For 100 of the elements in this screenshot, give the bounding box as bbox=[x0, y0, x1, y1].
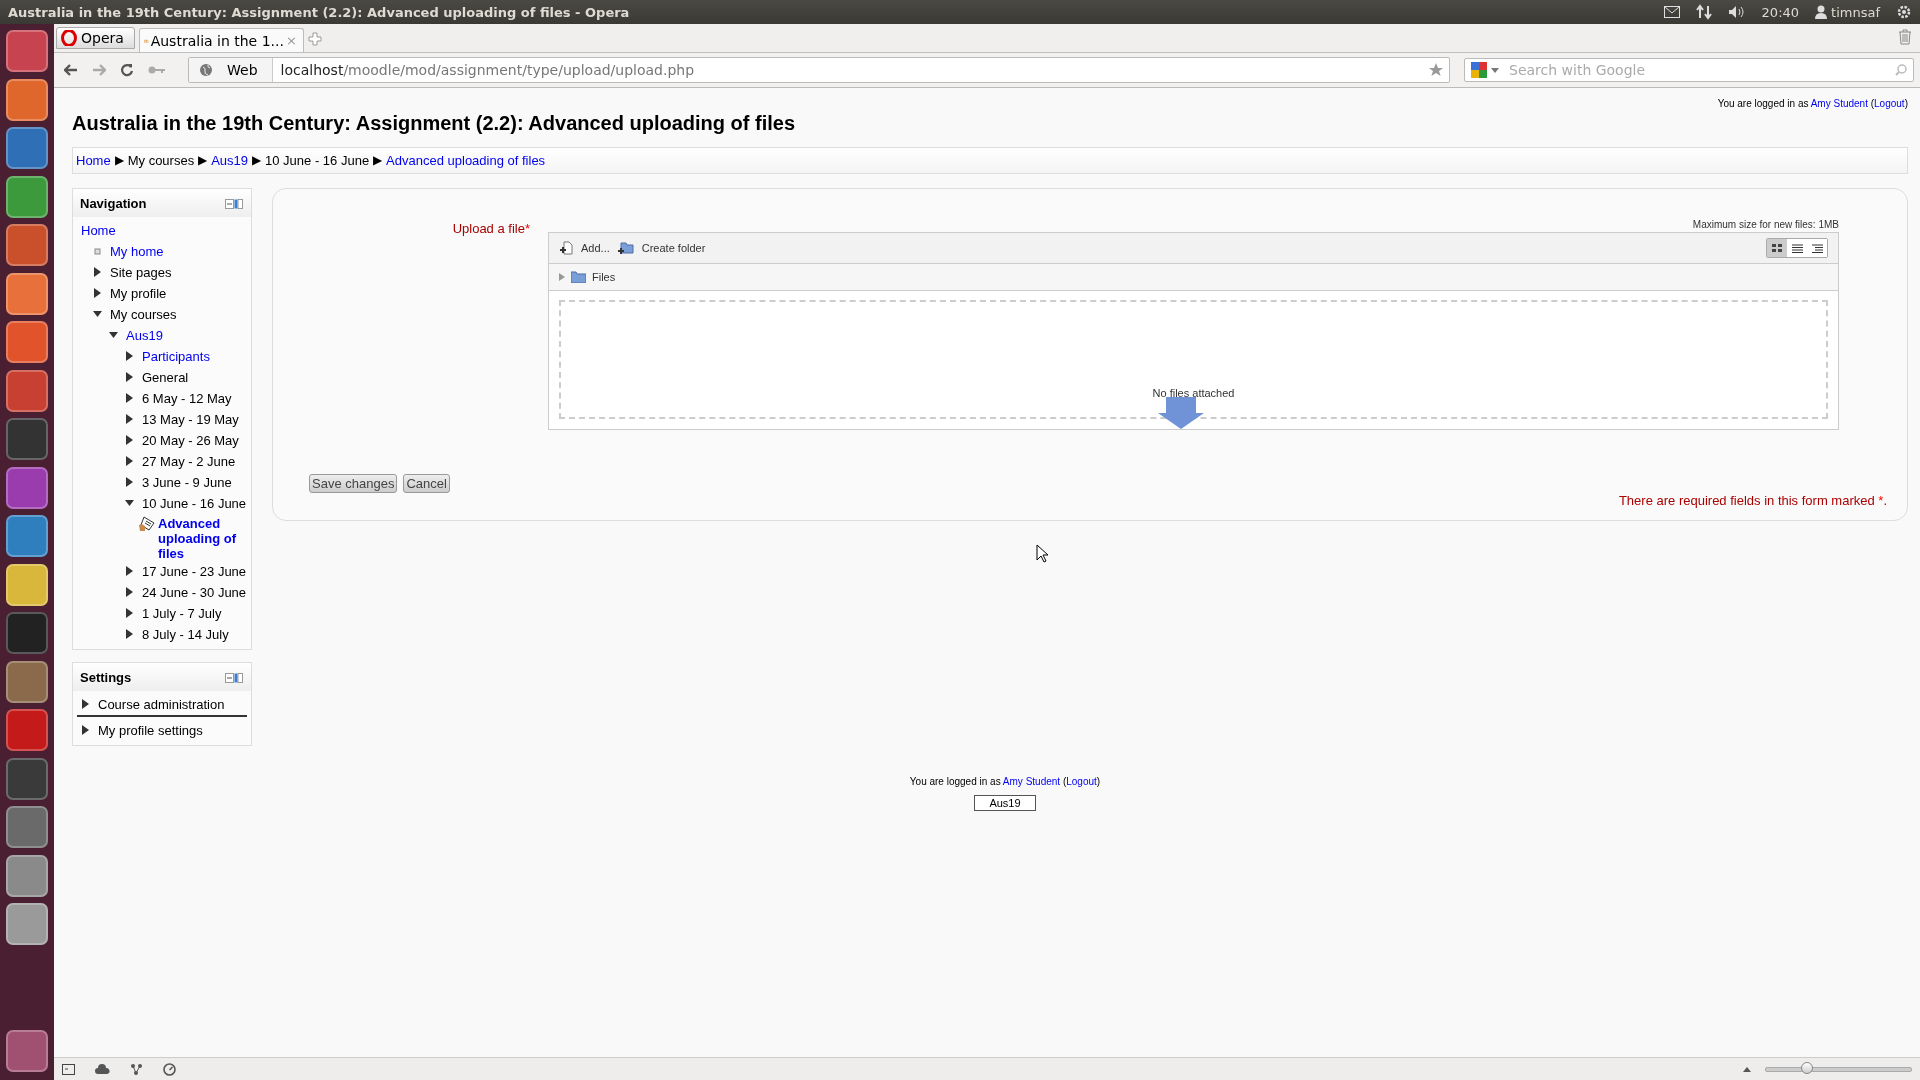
collapsed-triangle-icon[interactable] bbox=[125, 393, 134, 403]
navigation-link[interactable]: Aus19 bbox=[126, 325, 163, 346]
star-icon[interactable] bbox=[1429, 63, 1443, 77]
navigation-item[interactable]: 27 May - 2 June bbox=[142, 451, 236, 472]
up-caret-icon[interactable] bbox=[1743, 1066, 1751, 1072]
block-title: Settings bbox=[80, 670, 132, 685]
window-title: Australia in the 19th Century: Assignment (2.2): Advanced uploading of files - Opera bbox=[8, 4, 630, 20]
required-fields-note: There are required fields in this form marked *. bbox=[1618, 493, 1887, 508]
app-launcher-icon[interactable] bbox=[6, 369, 48, 412]
collapsed-triangle-icon[interactable] bbox=[125, 629, 134, 639]
breadcrumb-link[interactable]: Aus19 bbox=[211, 153, 249, 168]
navigation-item[interactable]: 6 May - 12 May bbox=[142, 388, 232, 409]
search-field[interactable]: Search with Google bbox=[1503, 61, 1891, 79]
speedometer-icon[interactable] bbox=[163, 1062, 176, 1076]
trash-icon[interactable] bbox=[6, 1030, 48, 1072]
settings-item[interactable]: Course administration bbox=[98, 694, 225, 715]
navigation-link[interactable]: Home bbox=[81, 220, 116, 241]
collapsed-triangle-icon[interactable] bbox=[125, 351, 134, 361]
collapsed-triangle-icon[interactable] bbox=[125, 477, 134, 487]
navigation-item[interactable]: 17 June - 23 June bbox=[142, 561, 247, 582]
create-folder-button[interactable]: Create folder bbox=[617, 241, 706, 255]
navigation-item[interactable]: My profile bbox=[110, 283, 167, 304]
collapsed-triangle-icon[interactable] bbox=[93, 288, 102, 298]
expanded-triangle-icon[interactable] bbox=[125, 498, 134, 508]
block-controls-icon[interactable] bbox=[225, 672, 243, 683]
navigation-item[interactable]: 3 June - 9 June bbox=[142, 472, 232, 493]
speaker-icon[interactable] bbox=[1727, 5, 1746, 19]
breadcrumb-link[interactable]: Advanced uploading of files bbox=[386, 153, 546, 168]
cloud-icon[interactable] bbox=[95, 1064, 110, 1074]
app-launcher-icon[interactable] bbox=[6, 660, 48, 703]
navigation-item[interactable]: 1 July - 7 July bbox=[142, 603, 222, 624]
collapsed-triangle-icon[interactable] bbox=[81, 699, 90, 709]
reload-icon[interactable] bbox=[120, 63, 134, 77]
search-bar[interactable]: Search with Google bbox=[1464, 58, 1914, 82]
logout-link[interactable]: Logout bbox=[1066, 776, 1097, 787]
page-title: Australia in the 19th Century: Assignment (2.2): Advanced uploading of files bbox=[72, 112, 796, 135]
zoom-slider-thumb[interactable] bbox=[1800, 1061, 1813, 1074]
add-file-button[interactable]: Add... bbox=[559, 241, 610, 255]
browser-tab[interactable]: Australia in the 1...× bbox=[138, 28, 304, 52]
block-controls-icon[interactable] bbox=[225, 198, 243, 209]
grid-view-button[interactable] bbox=[1767, 239, 1787, 257]
app-launcher-icon[interactable] bbox=[6, 563, 48, 606]
app-launcher-icon[interactable] bbox=[6, 78, 48, 121]
panel-toggle-icon[interactable] bbox=[62, 1063, 75, 1075]
navigation-item[interactable]: 20 May - 26 May bbox=[142, 430, 239, 451]
gear-icon[interactable] bbox=[1896, 4, 1912, 20]
clock[interactable]: 20:40 bbox=[1761, 4, 1800, 20]
folder-path-link[interactable]: Files bbox=[592, 271, 616, 283]
expanded-triangle-icon[interactable] bbox=[109, 330, 118, 340]
navigation-link[interactable]: Participants bbox=[142, 346, 210, 367]
navigation-item[interactable]: General bbox=[142, 367, 189, 388]
cancel-button[interactable]: Cancel bbox=[403, 474, 450, 493]
course-button[interactable]: Aus19 bbox=[974, 795, 1036, 811]
app-launcher-icon[interactable] bbox=[6, 466, 48, 509]
add-file-icon bbox=[559, 241, 573, 255]
tree-view-button[interactable] bbox=[1807, 239, 1827, 257]
navigation-item[interactable]: 24 June - 30 June bbox=[142, 582, 247, 603]
required-asterisk: * bbox=[524, 221, 530, 236]
collapsed-triangle-icon[interactable] bbox=[93, 267, 102, 277]
app-launcher-icon[interactable] bbox=[6, 175, 48, 218]
list-view-button[interactable] bbox=[1787, 239, 1807, 257]
app-launcher-icon[interactable] bbox=[6, 854, 48, 897]
opera-menu-button[interactable]: Opera bbox=[56, 27, 135, 49]
collapsed-triangle-icon[interactable] bbox=[125, 608, 134, 618]
app-launcher-icon[interactable] bbox=[6, 272, 48, 315]
address-field[interactable]: Web localhost/moodle/mod/assignment/type/upload/upload.php bbox=[188, 57, 1450, 83]
collapsed-triangle-icon[interactable] bbox=[125, 435, 134, 445]
grid-icon bbox=[1771, 243, 1783, 253]
breadcrumb-link[interactable]: Home bbox=[76, 153, 111, 168]
breadcrumb-text: 10 June - 16 June bbox=[265, 153, 370, 168]
navigation-link[interactable]: Advanced uploading of files bbox=[158, 514, 247, 561]
collapsed-triangle-icon[interactable] bbox=[125, 587, 134, 597]
dropdown-caret-icon[interactable] bbox=[1491, 67, 1499, 73]
network-arrows-icon[interactable] bbox=[1695, 4, 1712, 20]
expanded-triangle-icon[interactable] bbox=[93, 309, 102, 319]
navigation-item[interactable]: 8 July - 14 July bbox=[142, 624, 229, 645]
collapsed-triangle-icon[interactable] bbox=[125, 372, 134, 382]
back-arrow-icon[interactable] bbox=[64, 64, 78, 76]
user-link[interactable]: Amy Student bbox=[1002, 776, 1061, 787]
navigation-link[interactable]: My home bbox=[110, 241, 164, 262]
user-name[interactable]: timnsaf bbox=[1831, 4, 1880, 20]
collapsed-triangle-icon[interactable] bbox=[125, 566, 134, 576]
share-nodes-icon[interactable] bbox=[130, 1062, 143, 1076]
breadcrumb-text: My courses bbox=[127, 153, 195, 168]
collapsed-triangle-icon[interactable] bbox=[81, 725, 90, 735]
settings-item[interactable]: My profile settings bbox=[98, 720, 203, 741]
navigation-item[interactable]: Site pages bbox=[110, 262, 172, 283]
globe-icon bbox=[199, 63, 213, 77]
navigation-item[interactable]: 13 May - 19 May bbox=[142, 409, 239, 430]
collapsed-triangle-icon[interactable] bbox=[125, 414, 134, 424]
mail-icon[interactable] bbox=[1663, 6, 1680, 18]
navigation-item[interactable]: 10 June - 16 June bbox=[142, 493, 247, 514]
field-label: Upload a file bbox=[452, 221, 525, 236]
logout-link[interactable]: Logout bbox=[1874, 98, 1905, 109]
user-link[interactable]: Amy Student bbox=[1810, 98, 1868, 109]
navigation-item[interactable]: My courses bbox=[110, 304, 177, 325]
trash-can-icon[interactable] bbox=[1898, 29, 1912, 45]
collapsed-triangle-icon[interactable] bbox=[125, 456, 134, 466]
save-changes-button[interactable]: Save changes bbox=[309, 474, 398, 493]
app-launcher-icon[interactable] bbox=[6, 903, 48, 945]
